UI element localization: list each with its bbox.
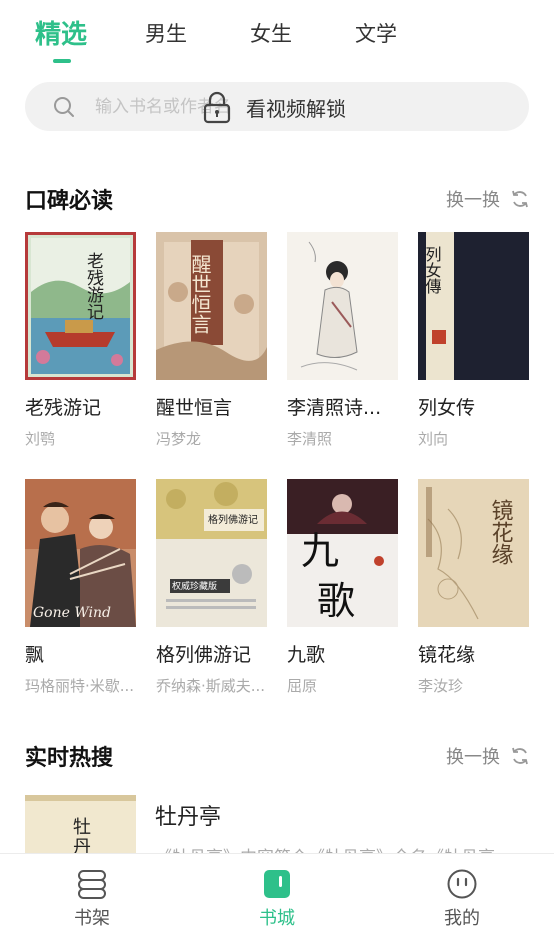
book-title: 镜花缘 <box>418 644 476 666</box>
book-card[interactable]: 镜花缘 镜花缘 李汝珍 <box>418 479 529 696</box>
book-author: 刘鹗 <box>25 430 56 448</box>
book-card[interactable]: 老残游记 老残游记 刘鹗 <box>25 232 136 449</box>
book-author: 屈原 <box>287 677 318 695</box>
hot-item-title: 牡丹亭 <box>155 805 222 830</box>
refresh-label: 换一换 <box>446 747 500 768</box>
refresh-button-recommended[interactable]: 换一换 <box>446 186 530 212</box>
book-author: 李清照 <box>287 430 333 448</box>
svg-text:列女傳: 列女傳 <box>423 246 442 294</box>
book-card[interactable]: 醒世恒言 醒世恒言 冯梦龙 <box>156 232 267 449</box>
svg-text:醒世恒言: 醒世恒言 <box>188 254 212 334</box>
book-title: 老残游记 <box>25 397 102 419</box>
tab-female[interactable]: 女生 <box>250 18 292 48</box>
bottom-navigation: 书架 书城 我的 <box>0 853 554 940</box>
book-cover: 老残游记 <box>25 232 136 380</box>
nav-label: 书架 <box>74 908 110 929</box>
section-title-recommended: 口碑必读 <box>25 189 114 214</box>
book-title: 醒世恒言 <box>156 397 233 419</box>
book-title: 九歌 <box>287 644 326 666</box>
svg-text:权威珍藏版: 权威珍藏版 <box>172 580 217 592</box>
hot-search-item[interactable]: 牡 丹 牡丹亭 《牡丹亭》内容简介《牡丹亭》全名《牡丹亭 <box>25 795 529 855</box>
book-cover: Gone Wind <box>25 479 136 627</box>
book-card[interactable]: Gone Wind 飘 玛格丽特·米歇... <box>25 479 136 696</box>
book-author: 李汝珍 <box>418 677 464 695</box>
book-author: 乔纳森·斯威夫... <box>156 677 266 695</box>
book-cover: 牡 丹 <box>25 795 136 855</box>
refresh-button-hot-search[interactable]: 换一换 <box>446 743 530 769</box>
svg-text:Gone Wind: Gone Wind <box>33 605 111 621</box>
refresh-label: 换一换 <box>446 190 500 211</box>
book-cover: 列女傳 <box>418 232 529 380</box>
book-card[interactable]: 列女傳 列女传 刘向 <box>418 232 529 449</box>
book-author: 刘向 <box>418 430 449 448</box>
section-title-hot-search: 实时热搜 <box>25 746 114 771</box>
bookstore-icon <box>264 870 290 898</box>
book-cover <box>287 232 398 380</box>
nav-profile[interactable]: 我的 <box>422 868 502 930</box>
book-card[interactable]: 李清照诗... 李清照 <box>287 232 398 449</box>
book-author: 玛格丽特·米歇... <box>25 677 135 695</box>
svg-text:歌: 歌 <box>317 579 355 623</box>
bookshelf-icon <box>78 870 106 899</box>
video-unlock-label: 看视频解锁 <box>246 96 346 121</box>
lock-icon <box>203 91 231 124</box>
book-cover: 醒世恒言 <box>156 232 267 380</box>
refresh-icon <box>512 190 528 208</box>
book-title: 列女传 <box>418 397 476 419</box>
book-author: 冯梦龙 <box>156 430 202 448</box>
top-tab-bar: 精选 男生 女生 文学 <box>0 0 554 70</box>
svg-text:格列佛游记: 格列佛游记 <box>208 513 258 526</box>
book-cover: 九 歌 <box>287 479 398 627</box>
book-title: 李清照诗... <box>287 397 382 419</box>
nav-bookstore[interactable]: 书城 <box>237 868 317 930</box>
book-cover: 镜花缘 <box>418 479 529 627</box>
tab-male[interactable]: 男生 <box>145 18 187 48</box>
svg-text:镜花缘: 镜花缘 <box>488 499 514 565</box>
svg-text:牡: 牡 <box>73 817 91 838</box>
book-card[interactable]: 格列佛游记 权威珍藏版 格列佛游记 乔纳森·斯威夫... <box>156 479 267 696</box>
book-title: 飘 <box>25 644 45 666</box>
svg-text:九: 九 <box>301 529 339 573</box>
book-cover: 格列佛游记 权威珍藏版 <box>156 479 267 627</box>
book-card[interactable]: 九 歌 九歌 屈原 <box>287 479 398 696</box>
nav-bookshelf[interactable]: 书架 <box>52 868 132 930</box>
refresh-icon <box>512 747 528 765</box>
cover-title-text: 老残游记 <box>83 252 104 320</box>
profile-icon <box>447 869 477 899</box>
tab-literature[interactable]: 文学 <box>355 18 397 48</box>
tab-featured[interactable]: 精选 <box>35 14 87 51</box>
video-unlock-overlay[interactable]: 看视频解锁 <box>202 90 346 124</box>
nav-label: 书城 <box>259 908 295 929</box>
nav-label: 我的 <box>444 908 480 929</box>
book-title: 格列佛游记 <box>156 644 252 666</box>
search-icon <box>54 97 74 117</box>
active-tab-indicator <box>53 59 71 63</box>
